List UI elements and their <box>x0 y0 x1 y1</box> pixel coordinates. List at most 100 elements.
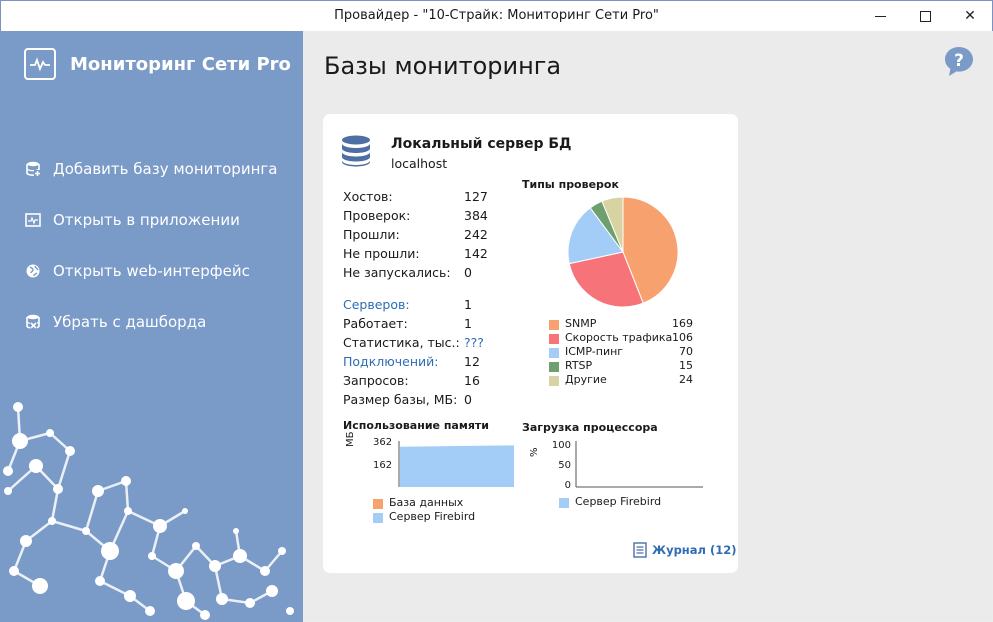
cpu-y-tick: 0 <box>564 480 571 491</box>
legend-item: SNMP 169 <box>549 317 699 331</box>
stat-value: 0 <box>464 265 472 280</box>
legend-value: 24 <box>679 373 693 386</box>
stat-label: Не прошли: <box>343 246 420 261</box>
stat-label: Работает: <box>343 316 408 331</box>
cpu-load-chart <box>575 441 703 488</box>
stat-value: 16 <box>464 373 480 388</box>
legend-item: Сервер Firebird <box>559 495 679 509</box>
app-logo-icon <box>24 48 56 80</box>
stat-label: Не запускались: <box>343 265 451 280</box>
card-title: Локальный сервер БД <box>391 136 572 152</box>
legend-label: RTSP <box>565 359 593 372</box>
legend-label: ICMP-пинг <box>565 345 624 358</box>
close-button[interactable]: ✕ <box>947 1 993 31</box>
pie-legend: SNMP 169 Скорость трафика 106 ICMP-пинг 70 RTS… <box>549 317 699 387</box>
minimize-icon <box>874 15 886 17</box>
connections-link[interactable]: Подключений: <box>343 352 438 371</box>
cpu-y-tick: 100 <box>551 440 571 451</box>
sidebar-item-remove-from-dashboard[interactable]: Убрать с дашборда <box>24 296 277 347</box>
sidebar-item-label: Убрать с дашборда <box>53 312 207 331</box>
svg-text:?: ? <box>954 51 964 71</box>
maximize-button[interactable] <box>902 1 948 31</box>
cpu-chart-ylabel: % <box>529 447 540 457</box>
memory-legend: База данных Сервер Firebird <box>373 496 493 524</box>
database-card: Локальный сервер БД localhost Хостов: 127… <box>323 114 738 573</box>
stat-value: 1 <box>464 297 472 312</box>
cpu-chart-title: Загрузка процессора <box>522 421 658 434</box>
sidebar-item-open-web[interactable]: Открыть web-интерфейс <box>24 245 277 296</box>
journal-label: Журнал (12) <box>652 543 737 557</box>
database-icon <box>342 135 370 167</box>
stat-value: 1 <box>464 316 472 331</box>
stat-label: Хостов: <box>343 189 393 204</box>
sidebar-item-label: Открыть в приложении <box>53 210 240 229</box>
legend-label: Сервер Firebird <box>389 510 476 523</box>
legend-value: 169 <box>672 317 693 330</box>
database-add-icon <box>24 160 42 178</box>
legend-label: SNMP <box>565 317 597 330</box>
legend-item: RTSP 15 <box>549 359 699 373</box>
journal-link[interactable]: Журнал (12) <box>633 542 736 558</box>
memory-y-tick: 162 <box>373 460 393 471</box>
stat-label: Запросов: <box>343 373 409 388</box>
stat-value: 0 <box>464 392 472 407</box>
legend-value: 70 <box>679 345 693 358</box>
legend-swatch <box>373 499 383 509</box>
window-titlebar: Провайдер - "10-Страйк: Мониторинг Сети … <box>0 0 993 31</box>
help-icon: ? <box>945 47 973 76</box>
memory-chart-title: Использование памяти <box>343 419 489 432</box>
main-content: Базы мониторинга ? Локальный сервер БД l… <box>303 31 992 621</box>
stat-value: 384 <box>464 208 488 223</box>
stat-label: Проверок: <box>343 208 411 223</box>
legend-swatch <box>549 334 559 344</box>
brand: Мониторинг Сети Pro <box>24 48 291 80</box>
journal-icon <box>633 542 647 558</box>
molecule-decoration <box>3 402 294 620</box>
legend-item: Сервер Firebird <box>373 510 493 524</box>
statistics-link[interactable]: ??? <box>464 333 484 352</box>
memory-y-tick: 362 <box>373 437 393 448</box>
sidebar-item-open-in-app[interactable]: Открыть в приложении <box>24 194 277 245</box>
stat-value: 12 <box>464 354 480 369</box>
legend-item: База данных <box>373 496 493 510</box>
legend-swatch <box>373 513 383 523</box>
brand-title: Мониторинг Сети Pro <box>70 53 291 75</box>
cpu-y-tick: 50 <box>558 460 571 471</box>
globe-icon <box>24 262 42 280</box>
page-title: Базы мониторинга <box>324 52 562 80</box>
legend-item: Другие 24 <box>549 373 699 387</box>
stat-label: Размер базы, МБ: <box>343 392 458 407</box>
stat-label: Прошли: <box>343 227 400 242</box>
stat-value: 127 <box>464 189 488 204</box>
legend-swatch <box>549 376 559 386</box>
memory-chart-ylabel: МБ <box>345 431 356 448</box>
sidebar-nav: Добавить базу мониторинга Открыть в прил… <box>24 143 277 347</box>
minimize-button[interactable] <box>857 1 903 31</box>
legend-value: 15 <box>679 359 693 372</box>
cpu-legend: Сервер Firebird <box>559 495 679 509</box>
legend-swatch <box>549 320 559 330</box>
legend-label: База данных <box>389 496 464 509</box>
legend-item: ICMP-пинг 70 <box>549 345 699 359</box>
check-types-pie-chart <box>567 196 679 308</box>
close-icon: ✕ <box>964 8 976 24</box>
memory-area-series-1 <box>400 445 514 487</box>
legend-swatch <box>549 362 559 372</box>
help-button[interactable]: ? <box>943 45 975 77</box>
legend-swatch <box>549 348 559 358</box>
legend-label: Скорость трафика <box>565 331 673 344</box>
maximize-icon <box>919 10 931 22</box>
legend-item: Скорость трафика 106 <box>549 331 699 345</box>
sidebar-item-label: Открыть web-интерфейс <box>53 261 250 280</box>
pie-chart-title: Типы проверок <box>522 178 619 191</box>
window-title: Провайдер - "10-Страйк: Мониторинг Сети … <box>334 8 659 23</box>
stat-value: 242 <box>464 227 488 242</box>
legend-value: 106 <box>672 331 693 344</box>
stat-label: Статистика, тыс.: <box>343 335 460 350</box>
card-host: localhost <box>391 156 448 171</box>
sidebar: Мониторинг Сети Pro Добавить базу монито… <box>0 31 303 622</box>
servers-link[interactable]: Серверов: <box>343 295 410 314</box>
sidebar-item-add-database[interactable]: Добавить базу мониторинга <box>24 143 277 194</box>
legend-swatch <box>559 498 569 508</box>
memory-usage-chart <box>398 441 514 487</box>
